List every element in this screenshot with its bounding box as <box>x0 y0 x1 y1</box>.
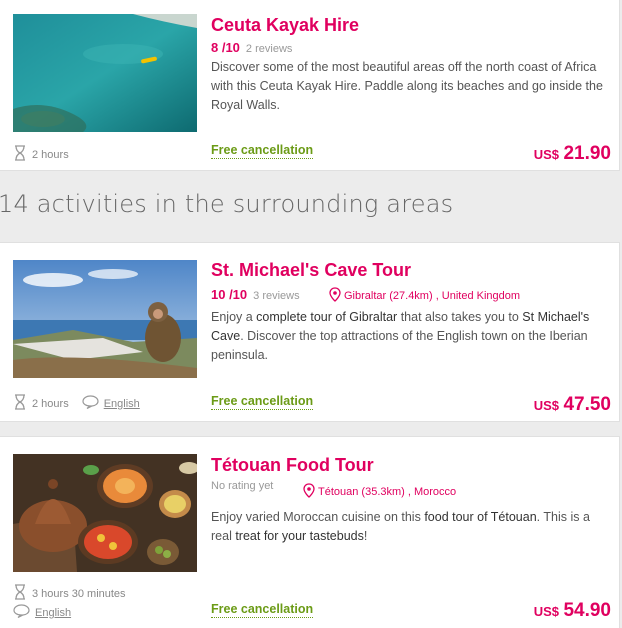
activity-description: Enjoy a complete tour of Gibraltar that … <box>211 308 611 365</box>
speech-bubble-icon <box>82 395 99 412</box>
rating: No rating yet <box>211 477 273 492</box>
price: US$ 21.90 <box>534 143 611 165</box>
price-currency: US$ <box>533 147 559 162</box>
description-text: Enjoy a <box>211 310 257 324</box>
rating: 8 /10 2 reviews <box>211 40 292 55</box>
price-currency: US$ <box>533 604 559 619</box>
duration-text: 2 hours <box>32 148 69 161</box>
description-highlight: complete tour of Gibraltar <box>256 310 398 324</box>
no-rating-text: No rating yet <box>211 480 274 492</box>
activity-image-tetouan-food[interactable] <box>13 454 197 572</box>
location-text: Gibraltar (27.4km) , United Kingdom <box>344 290 521 302</box>
price-currency: US$ <box>533 398 559 413</box>
section-title: 14 activities in the surrounding areas <box>0 190 454 218</box>
free-cancellation-link[interactable]: Free cancellation <box>211 143 314 159</box>
location[interactable]: Gibraltar (27.4km) , United Kingdom <box>329 287 520 305</box>
description-highlight: treat for your tastebuds <box>235 529 364 543</box>
activity-title[interactable]: Ceuta Kayak Hire <box>211 15 359 36</box>
language-text[interactable]: English <box>104 398 140 410</box>
free-cancellation-link[interactable]: Free cancellation <box>211 602 314 618</box>
price: US$ 54.90 <box>534 600 611 622</box>
duration-text: 3 hours 30 minutes <box>32 587 126 600</box>
activity-image-kayak[interactable] <box>13 14 197 132</box>
free-cancellation-link[interactable]: Free cancellation <box>211 394 314 410</box>
activity-title[interactable]: Tétouan Food Tour <box>211 455 374 476</box>
hourglass-icon <box>13 145 27 164</box>
speech-bubble-icon <box>13 604 30 621</box>
description-text: . Discover the top attractions of the En… <box>211 329 588 362</box>
location-text: Tétouan (35.3km) , Morocco <box>318 486 457 498</box>
duration-text: 2 hours <box>32 397 69 410</box>
description-text: that also takes you to <box>397 310 523 324</box>
hourglass-icon <box>13 394 27 413</box>
activity-description: Discover some of the most beautiful area… <box>211 58 611 115</box>
activity-image-gibraltar[interactable] <box>13 260 197 378</box>
review-count: 2 reviews <box>245 43 293 55</box>
review-count: 3 reviews <box>253 290 300 302</box>
rating: 10 /10 3 reviews <box>211 287 300 302</box>
activity-card-tetouan-food[interactable]: Tétouan Food Tour No rating yet Tétouan … <box>0 436 620 628</box>
price-amount: 54.90 <box>563 600 611 621</box>
description-highlight: food tour of Tétouan <box>424 510 537 524</box>
hourglass-icon <box>13 584 27 603</box>
description-text: Discover some of the most beautiful area… <box>211 60 603 112</box>
price: US$ 47.50 <box>534 394 611 416</box>
rating-score: 8 /10 <box>211 40 240 55</box>
duration: 2 hours <box>13 145 69 164</box>
price-amount: 47.50 <box>563 394 611 415</box>
duration-language: 2 hours English <box>13 394 140 413</box>
price-amount: 21.90 <box>563 143 611 164</box>
rating-score: 10 /10 <box>211 287 248 302</box>
activity-card-ceuta-kayak[interactable]: Ceuta Kayak Hire 8 /10 2 reviews Discover… <box>0 0 620 171</box>
description-text: ! <box>363 529 368 543</box>
activity-description: Enjoy varied Moroccan cuisine on this fo… <box>211 508 611 546</box>
location-pin-icon <box>303 483 315 501</box>
activity-card-st-michaels-cave[interactable]: St. Michael's Cave Tour 10 /10 3 reviews … <box>0 242 620 422</box>
location-pin-icon <box>329 287 341 305</box>
location[interactable]: Tétouan (35.3km) , Morocco <box>303 483 456 501</box>
language-text[interactable]: English <box>35 607 71 619</box>
language: English <box>13 604 71 621</box>
description-text: Enjoy varied Moroccan cuisine on this <box>211 510 425 524</box>
duration: 3 hours 30 minutes <box>13 584 126 603</box>
activity-title[interactable]: St. Michael's Cave Tour <box>211 260 411 281</box>
